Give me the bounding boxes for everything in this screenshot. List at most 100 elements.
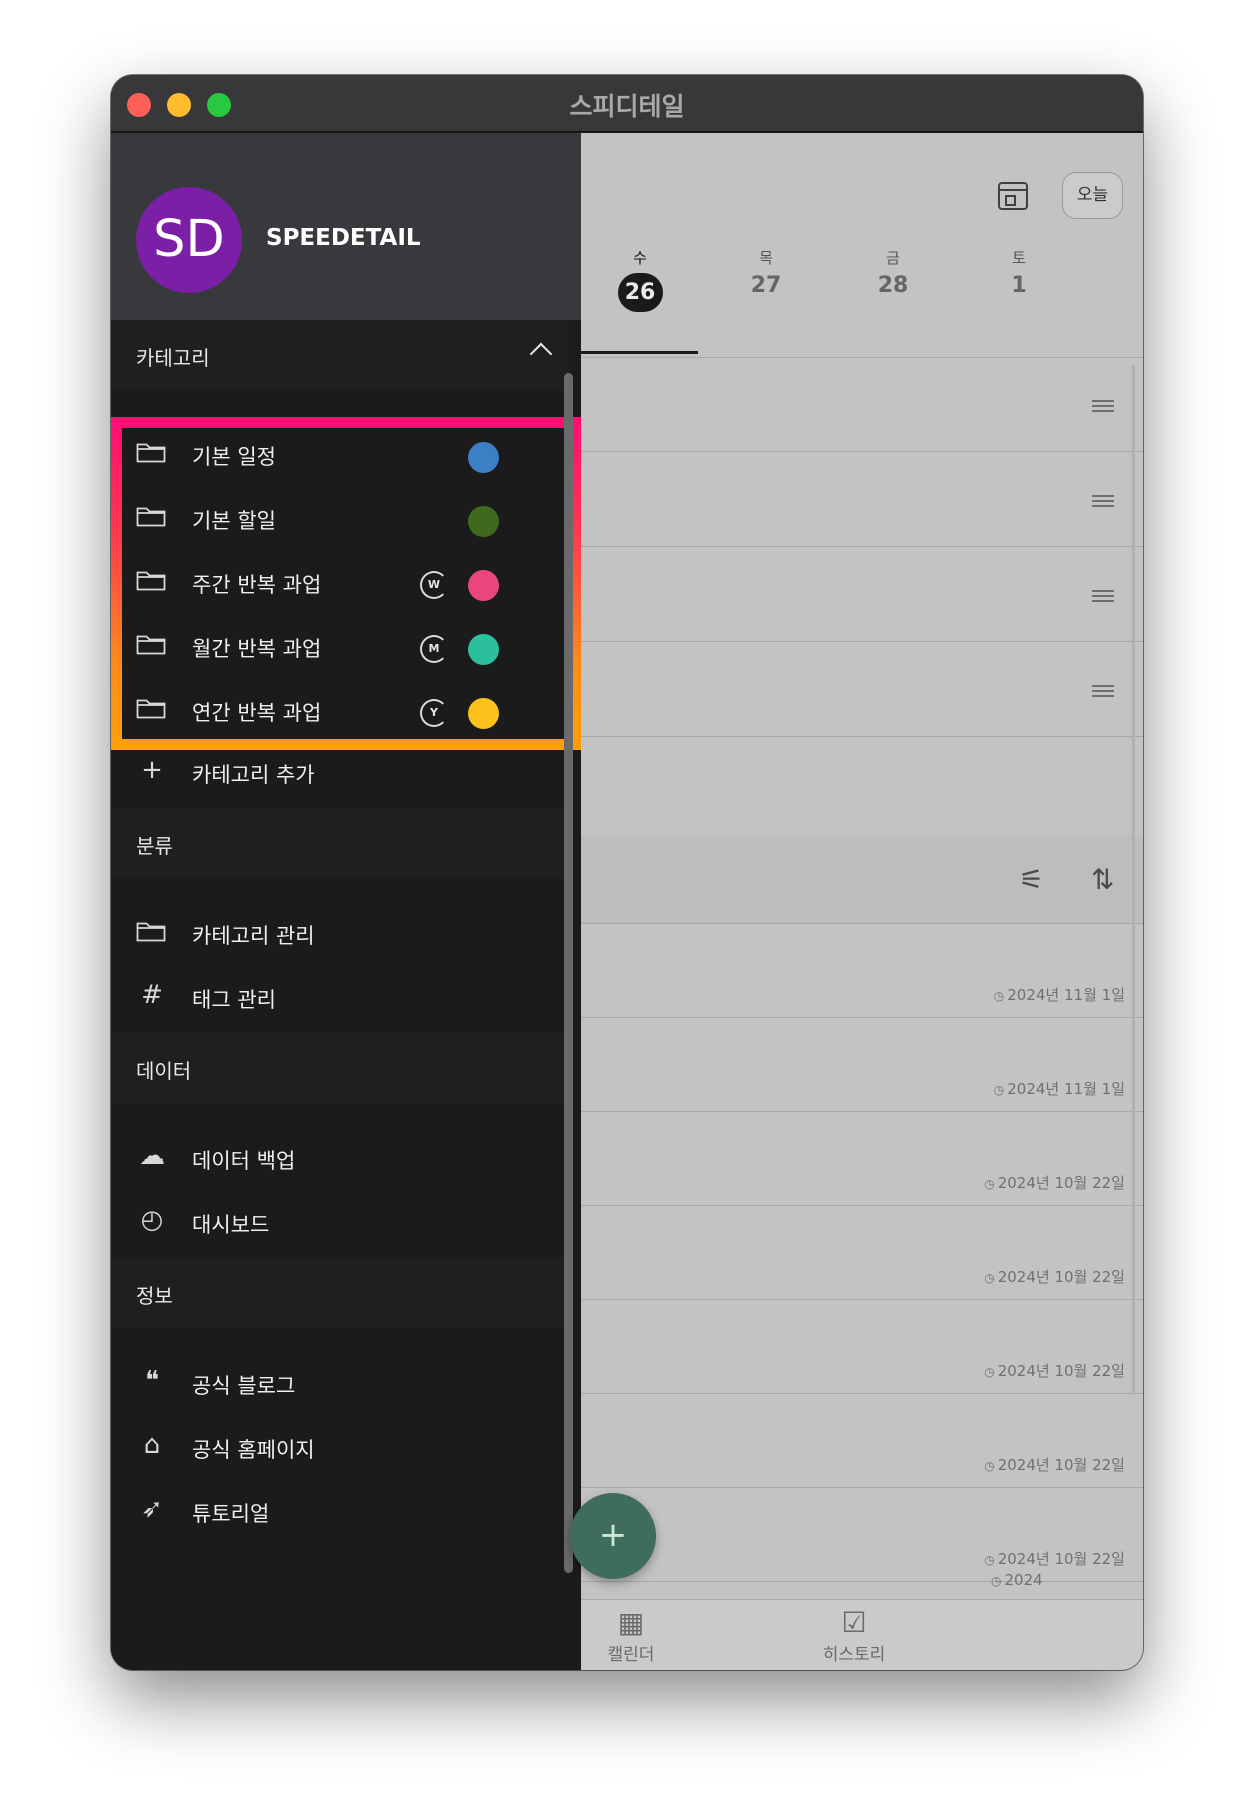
add-category-label: 카테고리 추가 — [192, 763, 315, 787]
day-column-2[interactable]: 금 28 — [863, 247, 923, 298]
day-column-1[interactable]: 목 27 — [736, 247, 796, 298]
rocket-icon: ➶ — [141, 1494, 163, 1524]
task-row[interactable] — [581, 358, 1143, 452]
category-label: 주간 반복 과업 — [192, 573, 322, 597]
history-toolbar: ⚟ ⇅ — [581, 835, 1143, 924]
folder-icon — [136, 633, 166, 657]
weekly-repeat-icon: W — [420, 571, 448, 599]
category-color-dot[interactable] — [468, 442, 499, 473]
add-category-button[interactable]: + 카테고리 추가 — [111, 737, 581, 811]
nav-calendar[interactable]: ▦ 캘린더 — [581, 1606, 711, 1665]
task-row[interactable] — [581, 453, 1143, 547]
calendar-view-button[interactable] — [998, 182, 1028, 210]
add-fab-button[interactable]: + — [570, 1493, 656, 1579]
history-row[interactable]: ◷ 2024년 10월 22일 — [581, 1489, 1143, 1582]
task-row[interactable] — [581, 643, 1143, 737]
history-row[interactable]: ◷ 2024년 10월 22일 — [581, 1113, 1143, 1206]
history-date-text: 2024 — [1004, 1571, 1043, 1589]
day-column-0[interactable]: 수 26 — [610, 247, 670, 312]
folder-icon — [136, 569, 166, 593]
sidebar-item-blog[interactable]: ❝ 공식 블로그 — [111, 1348, 581, 1422]
category-label: 기본 일정 — [192, 445, 276, 469]
categories-section-header[interactable]: 카테고리 — [111, 320, 569, 390]
day-column-3[interactable]: 토 1 — [989, 247, 1049, 298]
section-title: 카테고리 — [136, 346, 210, 370]
avatar[interactable]: SD — [136, 187, 242, 293]
sidebar-item-tag-manage[interactable]: # 태그 관리 — [111, 962, 581, 1036]
plus-icon: + — [141, 755, 163, 785]
drag-handle-icon[interactable] — [1092, 400, 1114, 412]
sidebar-item-tutorial[interactable]: ➶ 튜토리얼 — [111, 1476, 581, 1550]
home-icon: ⌂ — [143, 1430, 161, 1460]
day-of-week: 금 — [886, 249, 900, 267]
folder-icon — [136, 505, 166, 529]
sidebar-item-dashboard[interactable]: ◴ 대시보드 — [111, 1187, 581, 1261]
history-date: ◷ 2024년 10월 22일 — [984, 1172, 1125, 1193]
category-label: 연간 반복 과업 — [192, 701, 322, 725]
sidebar-drawer: SD SPEEDETAIL 카테고리 기본 일정 기본 할일 주간 반복 과업 … — [111, 133, 581, 1670]
history-row[interactable]: ◷ 2024년 10월 22일 — [581, 1395, 1143, 1488]
category-color-dot[interactable] — [468, 698, 499, 729]
day-of-week: 토 — [1012, 249, 1026, 267]
sidebar-item-category-manage[interactable]: 카테고리 관리 — [111, 898, 581, 972]
sidebar-item-label: 데이터 백업 — [192, 1149, 296, 1173]
history-date: ◷ 2024년 11월 1일 — [994, 1078, 1125, 1099]
history-date-text: 2024년 10월 22일 — [997, 1550, 1125, 1568]
filter-sliders-icon[interactable]: ⚟ — [1019, 863, 1044, 896]
category-item[interactable]: 기본 일정 — [111, 419, 581, 493]
day-number: 27 — [750, 273, 782, 298]
history-date-text: 2024년 10월 22일 — [997, 1174, 1125, 1192]
sort-icon[interactable]: ⇅ — [1091, 863, 1114, 896]
day-of-week: 목 — [759, 249, 773, 267]
category-item[interactable]: 월간 반복 과업 M — [111, 611, 581, 685]
history-row[interactable]: ◷ 2024년 10월 22일 — [581, 1207, 1143, 1300]
sidebar-item-label: 태그 관리 — [192, 988, 276, 1012]
history-row[interactable]: ◷ 2024년 11월 1일 — [581, 925, 1143, 1018]
clock-icon: ◷ — [993, 989, 1005, 1003]
sidebar-item-label: 카테고리 관리 — [192, 924, 315, 948]
classify-section-header: 분류 — [111, 808, 569, 878]
cloud-icon: ☁ — [139, 1141, 165, 1171]
day-number: 26 — [617, 273, 663, 312]
calendar-grid-icon: ▦ — [617, 1606, 645, 1639]
chevron-up-icon[interactable] — [529, 342, 553, 366]
sidebar-scrollbar[interactable] — [564, 373, 573, 1573]
profile-header: SD SPEEDETAIL — [111, 133, 581, 320]
sidebar-item-homepage[interactable]: ⌂ 공식 홈페이지 — [111, 1412, 581, 1486]
app-window: 스피디테일 오늘 수 26 목 27 금 28 토 1 ⚟ ⇅ ◷ 2024년 … — [111, 75, 1143, 1670]
history-date-text: 2024년 10월 22일 — [997, 1456, 1125, 1474]
nav-calendar-label: 캘린더 — [607, 1645, 655, 1665]
section-title: 분류 — [136, 834, 173, 858]
history-row[interactable]: ◷ 2024년 11월 1일 — [581, 1019, 1143, 1112]
category-color-dot[interactable] — [468, 506, 499, 537]
folder-icon — [136, 441, 166, 465]
pie-chart-icon: ◴ — [140, 1205, 164, 1235]
clock-icon: ◷ — [991, 1574, 1002, 1588]
category-color-dot[interactable] — [468, 634, 499, 665]
plus-icon: + — [598, 1515, 628, 1555]
section-title: 데이터 — [136, 1059, 192, 1083]
drag-handle-icon[interactable] — [1092, 590, 1114, 602]
scrollbar[interactable] — [1132, 365, 1135, 1395]
history-date: ◷ 2024년 10월 22일 — [984, 1548, 1125, 1569]
category-item[interactable]: 기본 할일 — [111, 483, 581, 557]
title-bar: 스피디테일 — [111, 75, 1143, 132]
sidebar-item-backup[interactable]: ☁ 데이터 백업 — [111, 1123, 581, 1197]
history-date: ◷ 2024년 11월 1일 — [994, 984, 1125, 1005]
category-item[interactable]: 주간 반복 과업 W — [111, 547, 581, 621]
drag-handle-icon[interactable] — [1092, 685, 1114, 697]
folder-icon — [136, 920, 168, 952]
category-label: 월간 반복 과업 — [192, 637, 322, 661]
clock-icon: ◷ — [984, 1553, 995, 1567]
nav-history[interactable]: ☑ 히스토리 — [774, 1606, 934, 1665]
category-color-dot[interactable] — [468, 570, 499, 601]
clock-icon: ◷ — [993, 1083, 1005, 1097]
history-search-icon: ☑ — [841, 1606, 867, 1639]
sidebar-item-label: 대시보드 — [192, 1213, 270, 1237]
clock-icon: ◷ — [984, 1365, 995, 1379]
today-button[interactable]: 오늘 — [1062, 172, 1123, 219]
drag-handle-icon[interactable] — [1092, 495, 1114, 507]
history-row[interactable]: ◷ 2024년 10월 22일 — [581, 1301, 1143, 1394]
yearly-repeat-icon: Y — [420, 699, 448, 727]
task-row[interactable] — [581, 548, 1143, 642]
